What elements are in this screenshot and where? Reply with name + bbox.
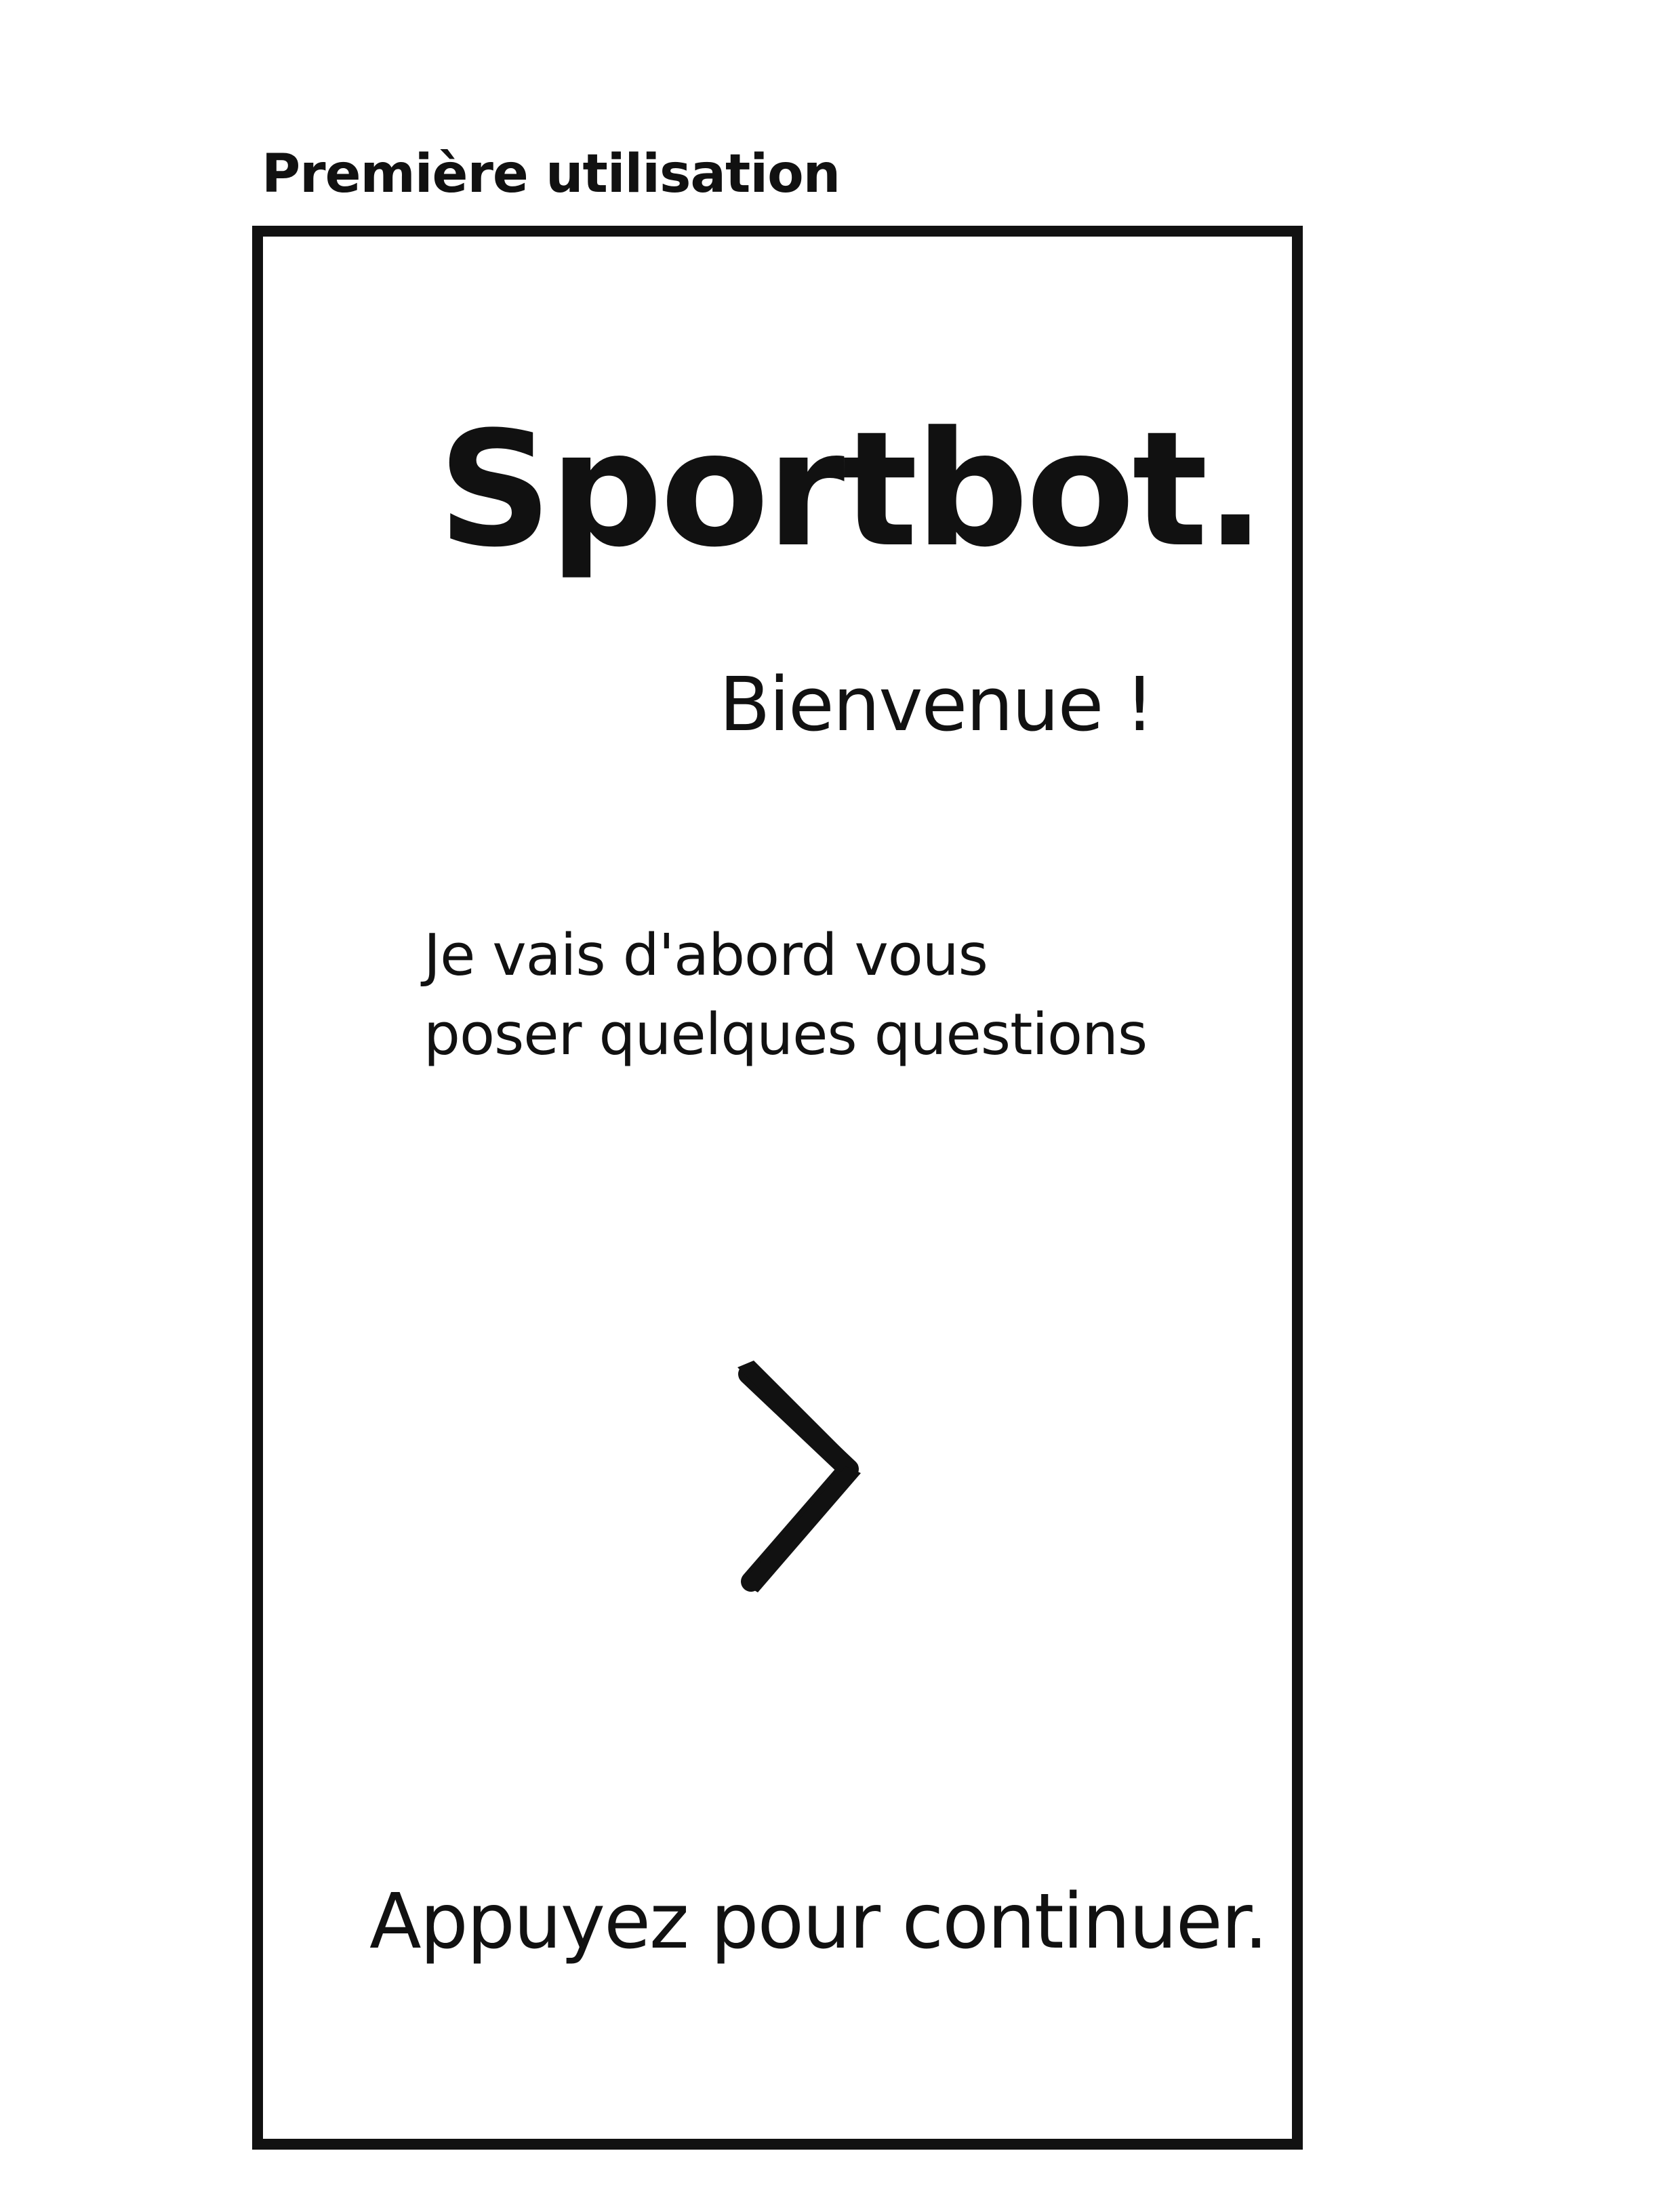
intro-line-1: Je vais d'abord vous xyxy=(424,922,988,989)
app-title: Sportbot. xyxy=(438,398,1266,582)
intro-text: Je vais d'abord vous poser quelques ques… xyxy=(424,916,1251,1074)
continue-button[interactable]: Appuyez pour continuer. xyxy=(369,1884,1268,1960)
phone-frame[interactable]: Sportbot. Bienvenue ! Je vais d'abord vo… xyxy=(252,226,1303,2150)
welcome-text: Bienvenue ! xyxy=(719,661,1154,748)
chevron-right-icon[interactable] xyxy=(729,1348,878,1613)
intro-line-2: poser quelques questions xyxy=(424,1001,1148,1068)
screen-caption: Première utilisation xyxy=(262,144,841,205)
